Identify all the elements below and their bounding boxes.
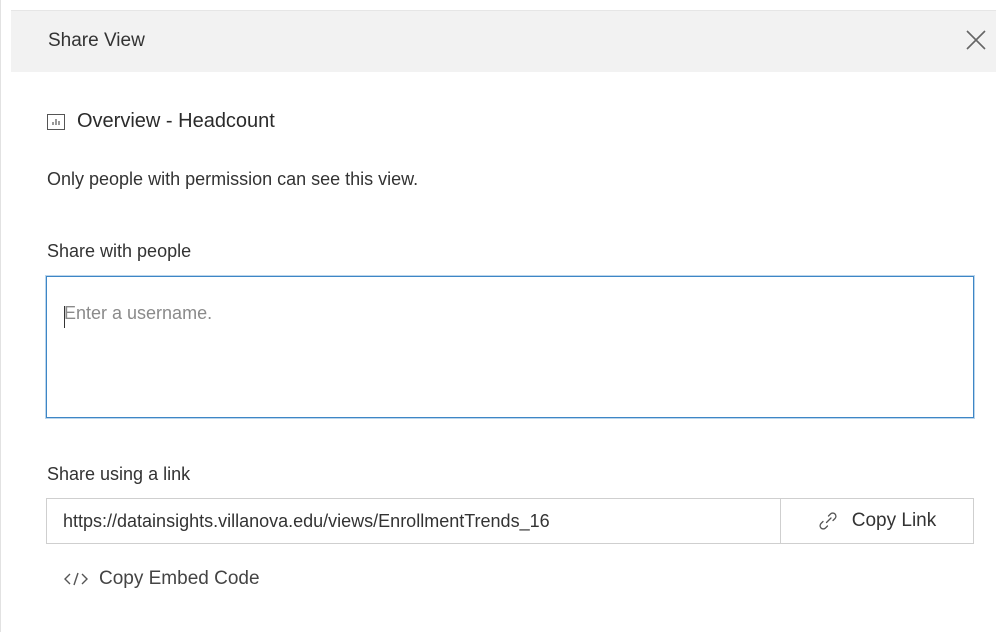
copy-embed-code-label: Copy Embed Code [99,568,260,589]
share-view-dialog: Share View Overview - Headcount Only peo… [0,0,996,632]
text-caret [64,306,65,328]
code-icon [63,571,89,587]
copy-embed-code-button[interactable]: Copy Embed Code [63,568,260,590]
username-field-container[interactable] [46,276,974,418]
dialog-title: Share View [48,30,145,51]
permission-notice: Only people with permission can see this… [47,169,419,189]
username-input[interactable] [47,277,973,417]
copy-link-label: Copy Link [851,510,937,531]
share-link-url[interactable]: https://datainsights.villanova.edu/views… [47,499,781,543]
close-button[interactable] [964,28,988,52]
copy-link-button[interactable]: Copy Link [781,499,973,543]
share-link-row: https://datainsights.villanova.edu/views… [46,498,974,544]
link-icon [818,511,838,531]
share-with-people-label: Share with people [47,241,192,261]
view-info: Overview - Headcount [47,110,275,133]
close-icon[interactable] [964,28,988,52]
dialog-header: Share View [11,10,996,72]
share-link-label: Share using a link [47,464,191,484]
view-name: Overview - Headcount [77,110,275,132]
chart-icon [47,113,65,130]
